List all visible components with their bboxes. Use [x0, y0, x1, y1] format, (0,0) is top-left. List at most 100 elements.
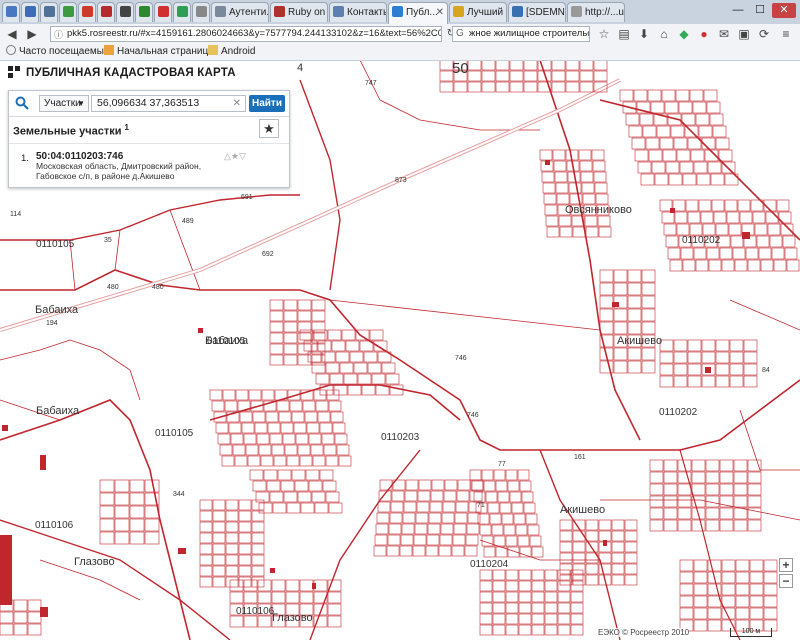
parcel[interactable] — [343, 373, 358, 385]
parcel[interactable] — [297, 354, 312, 366]
browser-tab[interactable] — [40, 2, 58, 22]
parcel[interactable] — [269, 491, 284, 503]
parcel[interactable] — [523, 502, 536, 514]
parcel[interactable] — [299, 579, 314, 592]
parcel[interactable] — [299, 455, 313, 467]
close-window-button[interactable]: ✕ — [772, 3, 796, 18]
parcel[interactable] — [712, 125, 727, 138]
parcel[interactable] — [457, 479, 471, 491]
parcel[interactable] — [673, 137, 688, 150]
parcel[interactable] — [572, 226, 586, 238]
parcel[interactable] — [599, 308, 614, 322]
parcel[interactable] — [637, 161, 652, 174]
parcel[interactable] — [495, 70, 510, 82]
browser-tab[interactable] — [2, 2, 20, 22]
parcel[interactable] — [719, 471, 734, 484]
parcel[interactable] — [269, 354, 284, 366]
parcel[interactable] — [707, 583, 722, 596]
parcel[interactable] — [373, 340, 388, 352]
parcel[interactable] — [283, 354, 298, 366]
parcel[interactable] — [319, 422, 333, 434]
parcel[interactable] — [209, 389, 223, 401]
parcel[interactable] — [749, 571, 764, 584]
parcel[interactable] — [639, 113, 654, 126]
parcel[interactable] — [732, 247, 746, 260]
parcel[interactable] — [665, 235, 679, 248]
parcel[interactable] — [405, 479, 419, 491]
bookmark-star-icon[interactable]: ☆ — [596, 26, 612, 42]
parcel[interactable] — [659, 363, 674, 376]
parcel[interactable] — [669, 259, 683, 272]
parcel[interactable] — [747, 483, 762, 496]
parcel[interactable] — [619, 89, 634, 102]
parcel[interactable] — [582, 193, 596, 205]
parcel[interactable] — [199, 510, 213, 522]
parcel[interactable] — [238, 554, 252, 566]
parcel[interactable] — [591, 149, 605, 161]
parcel[interactable] — [453, 81, 468, 93]
parcel[interactable] — [663, 495, 678, 508]
parcel[interactable] — [729, 339, 744, 352]
parcel[interactable] — [265, 411, 279, 423]
parcel[interactable] — [263, 469, 278, 481]
parcel[interactable] — [375, 523, 389, 535]
parcel[interactable] — [679, 559, 694, 572]
parcel[interactable] — [758, 247, 772, 260]
browser-tab[interactable]: Ruby on Rails... — [270, 2, 328, 22]
parcel[interactable] — [327, 615, 342, 628]
parcel[interactable] — [598, 226, 612, 238]
parcel[interactable] — [225, 554, 239, 566]
browser-tab[interactable] — [154, 2, 172, 22]
parcel[interactable] — [114, 492, 130, 506]
parcel[interactable] — [565, 70, 580, 82]
parcel[interactable] — [13, 611, 28, 624]
parcel[interactable] — [315, 373, 330, 385]
parcel[interactable] — [650, 101, 665, 114]
parcel[interactable] — [633, 89, 648, 102]
parcel[interactable] — [314, 502, 329, 514]
parcel[interactable] — [353, 362, 368, 374]
parcel[interactable] — [219, 444, 233, 456]
parcel[interactable] — [665, 161, 680, 174]
parcel[interactable] — [338, 455, 352, 467]
parcel[interactable] — [613, 360, 628, 374]
parcel[interactable] — [225, 532, 239, 544]
parcel[interactable] — [663, 471, 678, 484]
parcel[interactable] — [613, 321, 628, 335]
parcel[interactable] — [232, 444, 246, 456]
parcel[interactable] — [454, 512, 468, 524]
parcel[interactable] — [715, 223, 729, 236]
parcel[interactable] — [99, 531, 115, 545]
parcel[interactable] — [613, 347, 628, 361]
parcel[interactable] — [628, 125, 643, 138]
parcel[interactable] — [357, 373, 372, 385]
parcel[interactable] — [544, 591, 558, 603]
parcel[interactable] — [715, 137, 730, 150]
parcel[interactable] — [414, 523, 428, 535]
parcel[interactable] — [425, 545, 439, 557]
parcel[interactable] — [721, 583, 736, 596]
parcel[interactable] — [283, 299, 298, 311]
parcel[interactable] — [256, 433, 270, 445]
parcel[interactable] — [525, 513, 538, 525]
parcel[interactable] — [492, 569, 506, 581]
parcel[interactable] — [443, 490, 457, 502]
parcel[interactable] — [570, 591, 584, 603]
parcel[interactable] — [199, 499, 213, 511]
parcel[interactable] — [363, 351, 378, 363]
parcel[interactable] — [481, 469, 494, 481]
parcel[interactable] — [685, 199, 699, 212]
parcel[interactable] — [592, 160, 606, 172]
parcel[interactable] — [696, 173, 711, 186]
parcel[interactable] — [328, 400, 342, 412]
parcel[interactable] — [627, 269, 642, 283]
parcel[interactable] — [283, 332, 298, 344]
parcel[interactable] — [311, 343, 326, 355]
parcel[interactable] — [692, 101, 707, 114]
parcel[interactable] — [243, 433, 257, 445]
parcel[interactable] — [705, 507, 720, 520]
parcel[interactable] — [144, 531, 160, 545]
parcel[interactable] — [479, 624, 493, 636]
parcel[interactable] — [531, 546, 544, 558]
parcel[interactable] — [593, 171, 607, 183]
